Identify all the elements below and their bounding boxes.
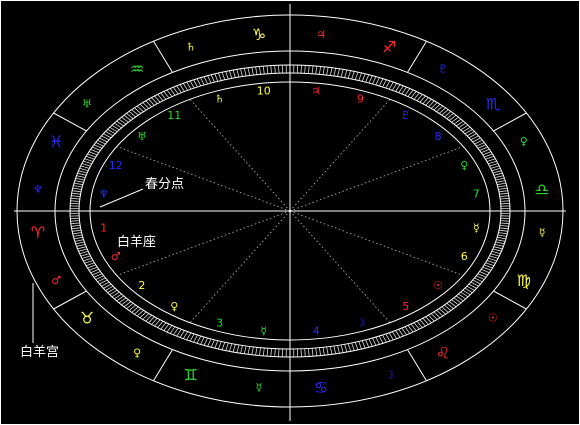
scorpio-icon: ♏ [486,94,500,113]
house-number: 4 [313,324,320,337]
aries-sign-label: 白羊座 [117,234,156,250]
saturn-icon: ♄ [186,41,196,54]
house-number: 7 [473,188,480,201]
house-ruler-icon: ☉ [433,279,443,292]
degree-tick [300,65,302,74]
gemini-icon: ♊ [184,365,198,384]
jupiter-icon: ♃ [316,28,326,41]
house-ruler-icon: ♅ [137,130,147,143]
house-number: 10 [257,85,271,98]
cancer-icon: ♋ [314,378,328,397]
house-number: 2 [138,279,145,292]
house-ruler-icon: ☽ [355,317,365,330]
house-ruler-icon: ♀ [460,159,468,172]
degree-tick [278,65,280,74]
house-ruler-icon: ♆ [99,188,109,201]
house-ruler-icon: ☿ [260,324,267,337]
venus-icon: ♀ [520,135,528,148]
venus-icon: ♀ [133,347,141,360]
house-number: 9 [357,92,364,105]
zodiac-house-diagram: ♈ ♂ ♉ ♀ ♊ ☿ ♋ ☽ ♌ ☉ ♍ ☿ ♎ ♀ ♏ ♇ ♐ ♃ ♑ ♄ ♒ ♅ ♓ ♆ 1 ♂ 2 ♀ 3 ☿ 4 ☽ 5 ☉ 6 ☿ 7 ♀ 8… [0,0,580,425]
sun-icon: ☉ [488,312,498,325]
mars-icon: ♂ [51,274,61,287]
house-ruler-icon: ♇ [401,109,411,122]
pisces-icon: ♓ [49,132,63,151]
house-number: 6 [461,250,468,263]
aries-icon: ♈ [31,223,45,242]
uranus-icon: ♅ [82,97,92,110]
house-number: 3 [216,317,223,330]
sagittarius-icon: ♐ [382,38,396,57]
zodiac-wheel: ♈ ♂ ♉ ♀ ♊ ☿ ♋ ☽ ♌ ☉ ♍ ☿ ♎ ♀ ♏ ♇ ♐ ♃ ♑ ♄ ♒ ♅ ♓ ♆ 1 ♂ 2 ♀ 3 ☿ 4 ☽ 5 ☉ 6 ☿ 7 ♀ 8… [0,0,580,425]
moon-icon: ☽ [384,368,394,381]
leo-icon: ♌ [436,344,450,363]
aquarius-icon: ♒ [130,59,144,78]
pluto-icon: ♇ [438,62,448,75]
mercury-icon: ☿ [539,226,546,239]
taurus-icon: ♉ [80,309,94,328]
house-ruler-icon: ☿ [473,221,480,234]
house-number: 12 [109,159,123,172]
libra-icon: ♎ [535,180,549,199]
vernal-equinox-label: 春分点 [145,177,184,192]
house-ruler-icon: ♃ [311,85,321,98]
house-ruler-icon: ♀ [170,300,178,313]
house-number: 1 [100,221,107,234]
aries-house-label: 白羊宫 [20,344,59,360]
mercury-icon: ☿ [256,381,263,394]
house-number: 8 [435,130,442,143]
degree-tick [278,348,280,357]
house-ruler-icon: ♂ [111,250,121,263]
virgo-icon: ♍ [517,271,531,290]
house-number: 5 [402,300,409,313]
house-number: 11 [167,109,181,122]
house-ruler-icon: ♄ [215,92,225,105]
capricorn-icon: ♑ [252,25,266,44]
neptune-icon: ♆ [33,183,43,196]
degree-tick [300,348,302,357]
